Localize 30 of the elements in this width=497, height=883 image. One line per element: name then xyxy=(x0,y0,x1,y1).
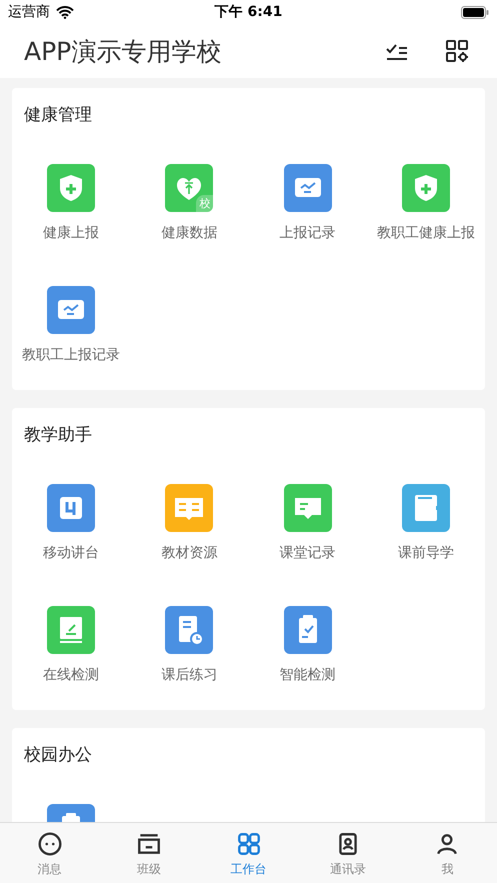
app-shortcut[interactable]: 课前导学 xyxy=(366,484,485,588)
app-shortcut[interactable]: 校 健康数据 xyxy=(130,164,248,268)
app-shortcut[interactable]: 上报记录 xyxy=(248,164,367,268)
section-title: 教学助手 xyxy=(23,424,93,447)
app-shortcut[interactable]: 教职工上报记录 xyxy=(12,286,130,390)
section-title: 健康管理 xyxy=(23,104,93,127)
page-title: APP演示专用学校 xyxy=(24,36,222,68)
section-title: 校园办公 xyxy=(23,744,93,767)
tab[interactable]: 通讯录 xyxy=(298,823,398,883)
apps-settings-icon xyxy=(445,39,469,63)
app-shortcut[interactable]: 课后练习 xyxy=(130,606,248,710)
app-shortcut[interactable]: 移动讲台 xyxy=(12,484,130,588)
app-shortcut[interactable]: 课堂记录 xyxy=(248,484,367,588)
tab[interactable]: 班级 xyxy=(99,823,199,883)
carrier-name: 运营商 xyxy=(8,3,50,21)
battery-icon xyxy=(461,6,489,18)
school-badge: 校 xyxy=(196,195,214,212)
status-time: 下午 6:41 xyxy=(214,4,282,20)
app-shortcut[interactable]: 健康上报 xyxy=(12,164,130,268)
wifi-icon xyxy=(56,6,74,18)
class-icon xyxy=(136,831,162,857)
app-shortcut[interactable]: 在线检测 xyxy=(12,606,130,710)
app-shortcut[interactable]: 教职工健康上报 xyxy=(366,164,485,268)
tab[interactable]: 工作台 xyxy=(198,823,298,883)
chat-icon xyxy=(36,831,63,857)
tab[interactable]: 消息 xyxy=(0,823,100,883)
grid-icon xyxy=(236,831,262,857)
tab[interactable]: 我 xyxy=(398,823,497,883)
app-shortcut[interactable]: 智能检测 xyxy=(248,606,367,710)
app-shortcut[interactable]: 教材资源 xyxy=(130,484,248,588)
